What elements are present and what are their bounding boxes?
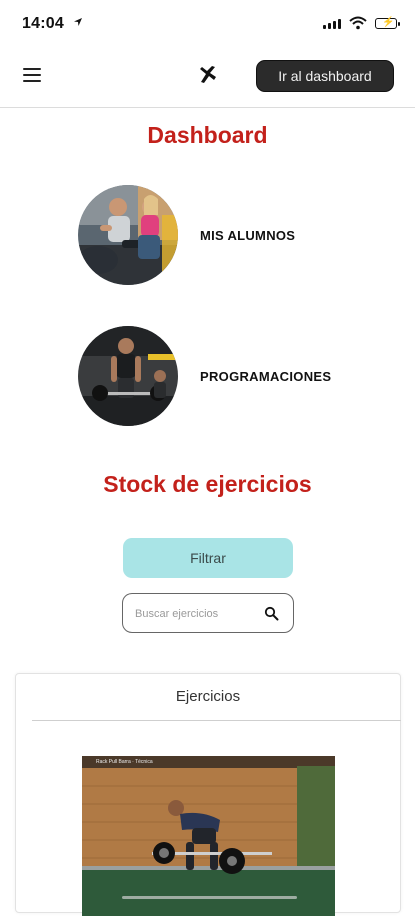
menu-item-mis-alumnos[interactable]: MIS ALUMNOS bbox=[78, 185, 295, 285]
dashboard-button[interactable]: Ir al dashboard bbox=[256, 60, 394, 92]
filter-button[interactable]: Filtrar bbox=[123, 538, 293, 578]
search-input[interactable] bbox=[135, 604, 255, 624]
dashboard-title: Dashboard bbox=[147, 122, 268, 148]
search-box bbox=[122, 593, 294, 633]
programaciones-label: PROGRAMACIONES bbox=[200, 368, 332, 384]
battery-charging-icon: ⚡ bbox=[375, 17, 400, 29]
status-bar: 14:04 ⚡ bbox=[0, 0, 415, 50]
top-nav: Ir al dashboard bbox=[0, 52, 415, 108]
brand-logo-icon[interactable] bbox=[197, 64, 219, 86]
card-divider bbox=[32, 720, 401, 721]
mis-alumnos-label: MIS ALUMNOS bbox=[200, 227, 296, 243]
stock-title: Stock de ejercicios bbox=[103, 471, 312, 497]
menu-item-programaciones[interactable]: PROGRAMACIONES bbox=[78, 326, 331, 426]
wifi-icon bbox=[349, 16, 367, 30]
video-title: Rack Pull Barra · Técnica bbox=[96, 759, 153, 765]
alumnos-photo bbox=[78, 185, 178, 285]
hamburger-menu-icon[interactable] bbox=[23, 68, 41, 82]
programaciones-photo bbox=[78, 326, 178, 426]
location-arrow-icon bbox=[73, 16, 83, 30]
exercises-card: Ejercicios Rack Pull Barra · Técnica bbox=[15, 673, 401, 916]
exercise-video-thumbnail[interactable]: Rack Pull Barra · Técnica bbox=[82, 756, 335, 916]
exercises-card-title: Ejercicios bbox=[175, 688, 241, 705]
search-icon[interactable] bbox=[264, 606, 279, 621]
status-time: 14:04 bbox=[22, 15, 64, 32]
cellular-signal-icon bbox=[323, 19, 341, 29]
